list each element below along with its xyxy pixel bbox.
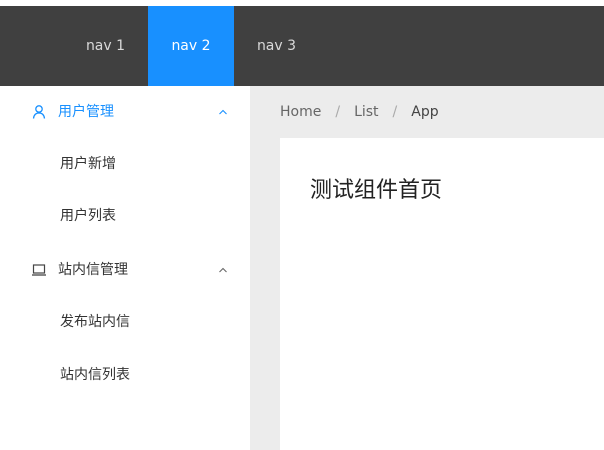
breadcrumb-separator: / <box>335 104 341 120</box>
laptop-icon <box>31 262 47 278</box>
sidebar: 用户管理 用户新增 用户列表 站内信管理 发布站内信 站内信列表 <box>0 86 250 450</box>
submenu-message-management[interactable]: 站内信管理 <box>0 244 250 296</box>
chevron-up-icon <box>217 106 229 118</box>
menu-item-user-list[interactable]: 用户列表 <box>0 190 250 242</box>
menu-item-message-list[interactable]: 站内信列表 <box>0 349 250 401</box>
breadcrumb-current: App <box>411 104 439 120</box>
menu-item-user-add[interactable]: 用户新增 <box>0 138 250 190</box>
content-panel: 测试组件首页 <box>280 138 604 450</box>
submenu-message-management-label: 站内信管理 <box>58 262 128 278</box>
submenu-user-management[interactable]: 用户管理 <box>0 86 250 138</box>
submenu-user-management-label: 用户管理 <box>58 104 114 120</box>
breadcrumb-home[interactable]: Home <box>280 104 321 120</box>
user-icon <box>31 104 47 120</box>
breadcrumb-list[interactable]: List <box>354 104 378 120</box>
top-nav-bar: nav 1 nav 2 nav 3 <box>0 6 604 86</box>
menu-item-publish-message[interactable]: 发布站内信 <box>0 296 250 348</box>
breadcrumb-separator: / <box>392 104 398 120</box>
chevron-up-icon <box>217 264 229 276</box>
nav-item-2[interactable]: nav 2 <box>148 6 234 86</box>
nav-item-1[interactable]: nav 1 <box>63 6 148 86</box>
page-title: 测试组件首页 <box>310 178 443 203</box>
breadcrumb: Home / List / App <box>280 86 439 138</box>
nav-item-3[interactable]: nav 3 <box>234 6 319 86</box>
